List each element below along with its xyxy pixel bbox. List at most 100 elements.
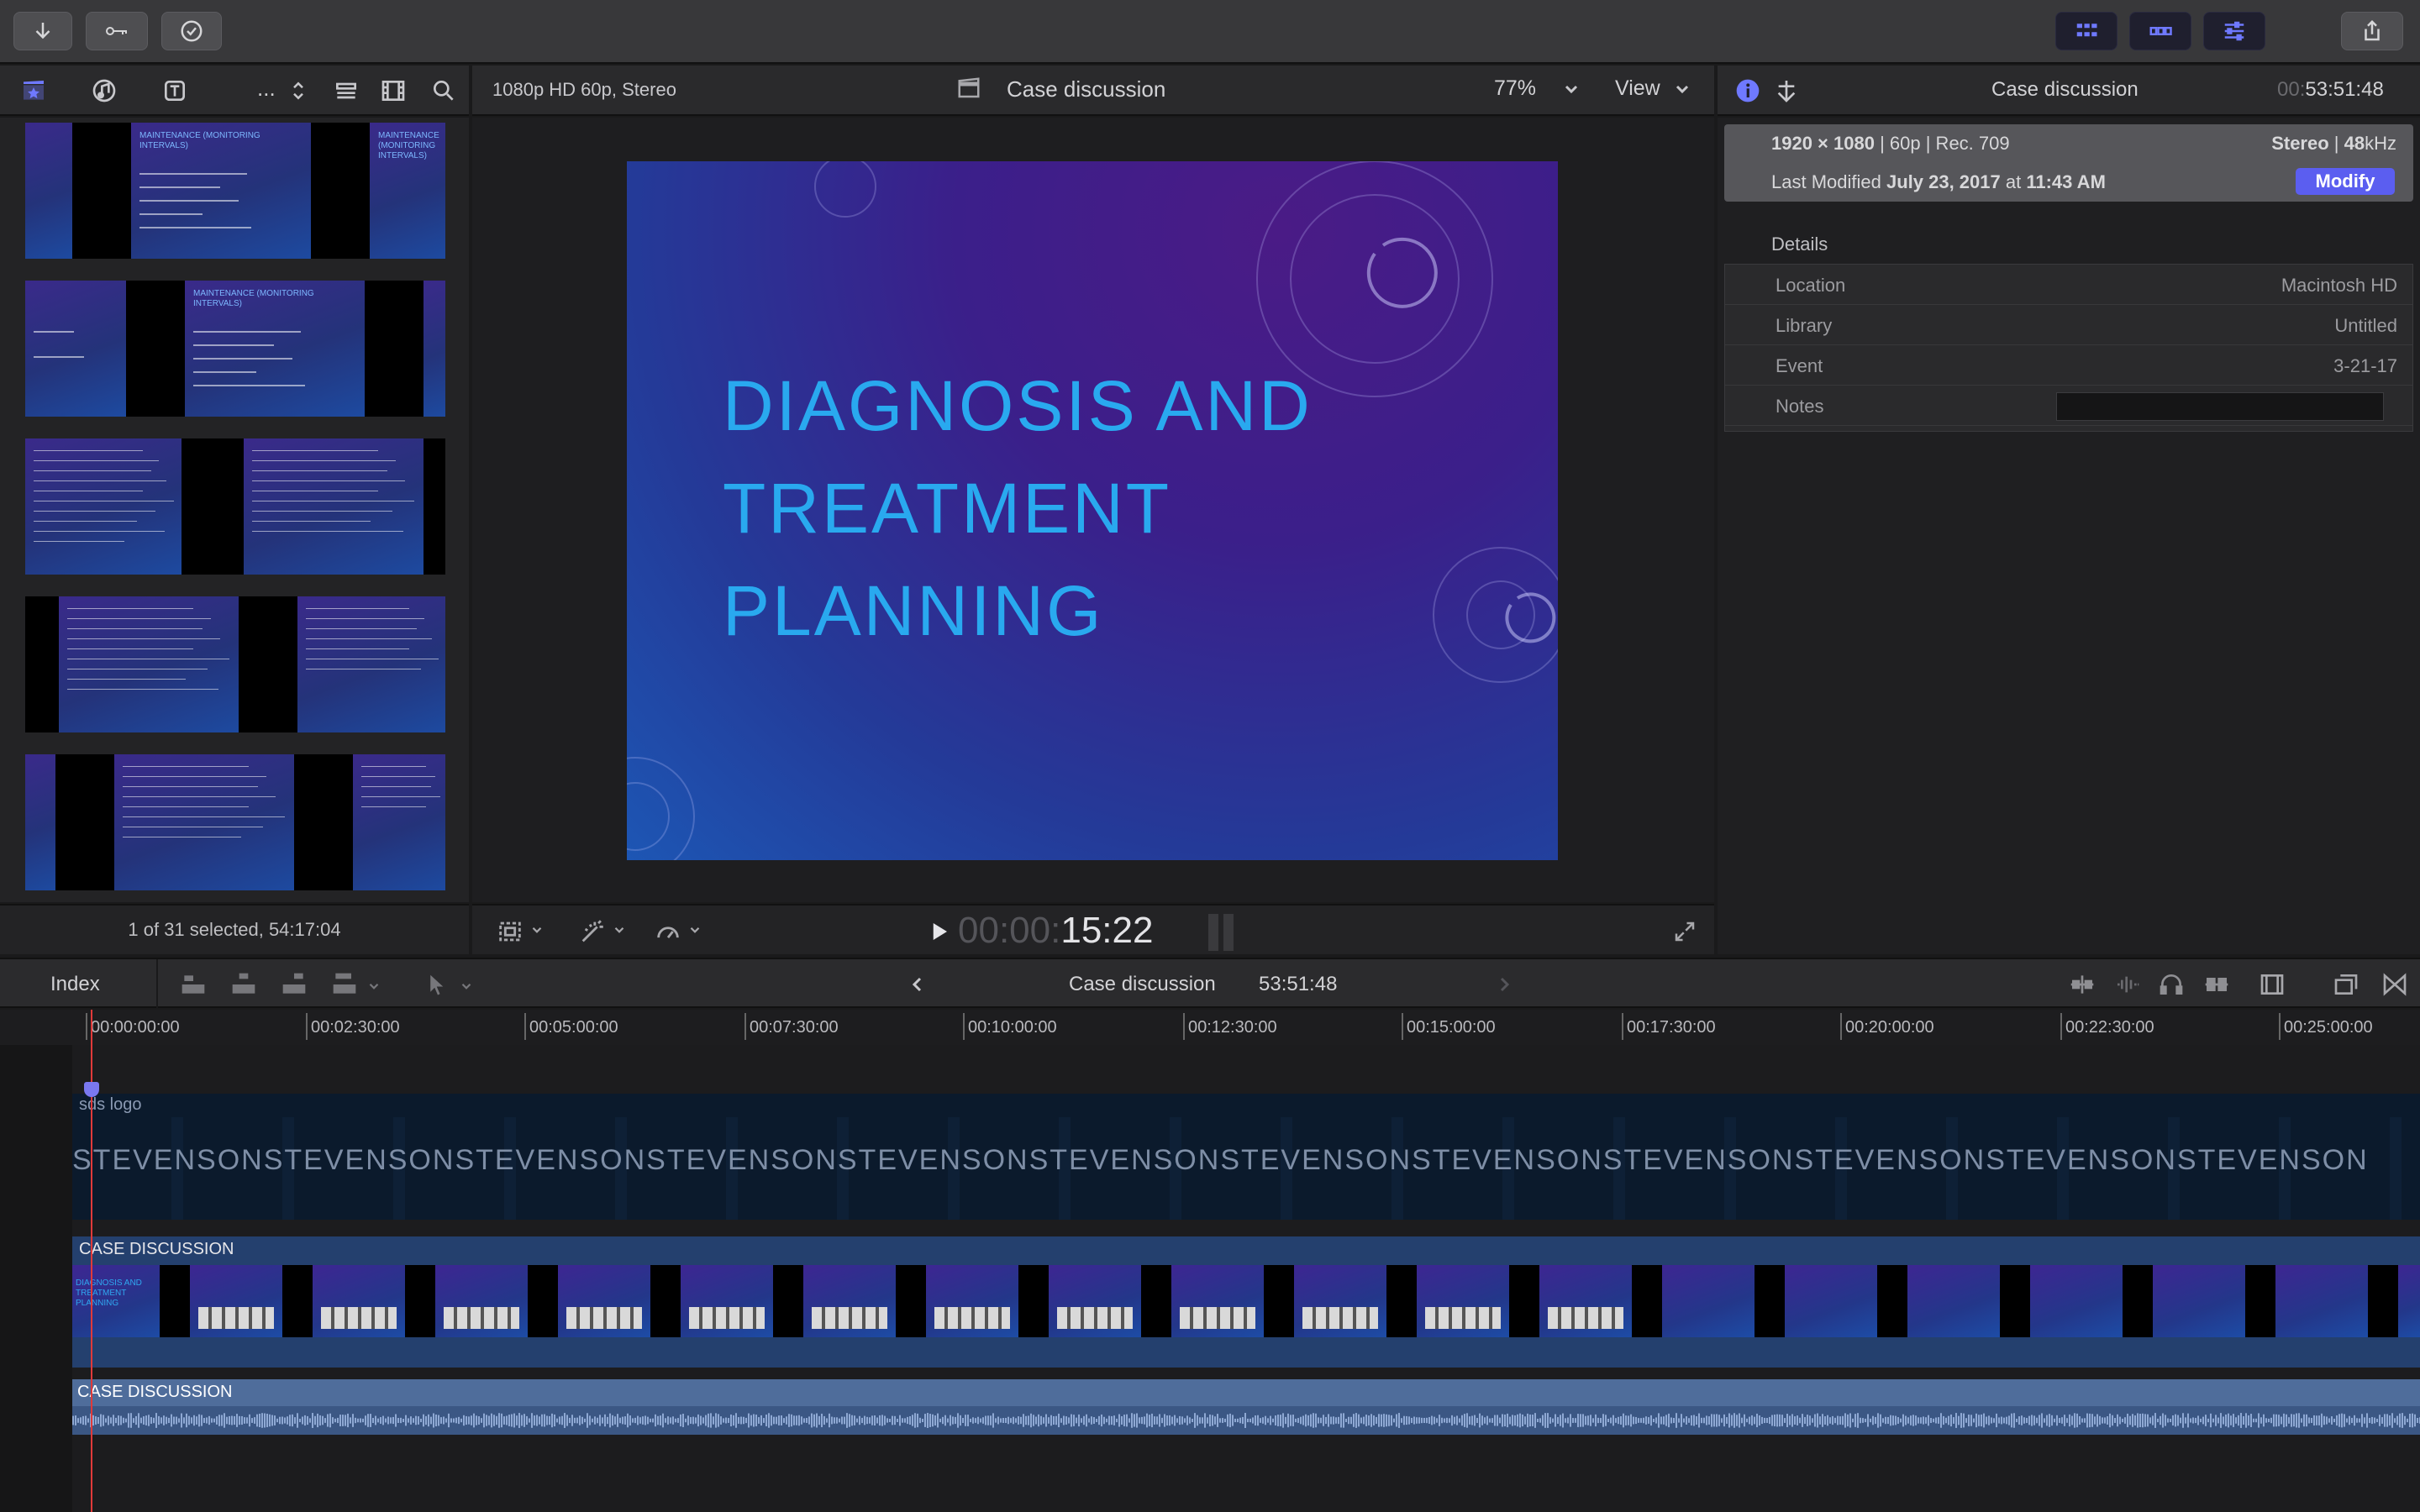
waveform-bar xyxy=(1378,1414,1380,1427)
photos-audio-tab[interactable] xyxy=(87,76,121,106)
info-icon[interactable] xyxy=(1734,77,1761,104)
connected-clip-logo[interactable]: sds logo STEVENSONSTEVENSONSTEVENSONSTEV… xyxy=(72,1094,2420,1220)
logo-text: STEVENSON xyxy=(1028,1144,1221,1176)
waveform-bar xyxy=(1794,1416,1796,1425)
speedometer-icon[interactable] xyxy=(654,917,682,946)
waveform-bar xyxy=(1749,1416,1750,1425)
frame-title: MAINTENANCE (MONITORING INTERVALS) xyxy=(378,131,439,160)
primary-video-clip[interactable]: CASE DISCUSSION DIAGNOSIS AND TREATMENT … xyxy=(72,1236,2420,1368)
waveform-bar xyxy=(1275,1415,1276,1425)
waveform-bar xyxy=(2326,1416,2328,1425)
waveform-bar xyxy=(2187,1413,2189,1428)
zoom-chevron-down-icon[interactable] xyxy=(1561,79,1581,99)
search-button[interactable] xyxy=(427,76,460,106)
waveform-bar xyxy=(1938,1417,1939,1424)
detail-value[interactable]: Macintosh HD xyxy=(2281,275,2397,297)
waveform-bar xyxy=(758,1417,760,1424)
waveform-bar xyxy=(2275,1414,2277,1427)
zoom-level[interactable]: 77% xyxy=(1494,76,1536,101)
skimming-icon[interactable] xyxy=(2067,971,2097,998)
sort-stepper[interactable] xyxy=(286,76,311,106)
filmstrip-clip[interactable] xyxy=(25,438,445,575)
view-menu[interactable]: View xyxy=(1615,76,1660,101)
play-button[interactable] xyxy=(926,919,951,944)
waveform-bar xyxy=(1842,1415,1844,1425)
import-button[interactable] xyxy=(13,12,72,50)
filmstrip-clip[interactable]: MAINTENANCE (MONITORING INTERVALS) MAINT… xyxy=(25,123,445,259)
filmstrip-view-button[interactable] xyxy=(376,76,410,106)
back-chevron-icon[interactable] xyxy=(908,973,928,996)
detail-value[interactable]: 3-21-17 xyxy=(2333,355,2397,377)
waveform-bar xyxy=(1628,1415,1629,1425)
playhead-handle[interactable] xyxy=(84,1082,99,1097)
waveform-bar xyxy=(1199,1417,1201,1424)
more-options[interactable]: ... xyxy=(257,76,276,102)
chevron-down-icon[interactable] xyxy=(366,976,381,991)
waveform-bar xyxy=(1315,1413,1317,1428)
chevron-down-icon[interactable] xyxy=(529,922,544,937)
view-chevron-down-icon[interactable] xyxy=(1672,79,1692,99)
waveform-bar xyxy=(650,1418,651,1423)
snapping-icon[interactable] xyxy=(2202,971,2232,998)
forward-chevron-icon[interactable] xyxy=(1494,973,1514,996)
filmstrip-clip[interactable] xyxy=(25,754,445,890)
chevron-down-icon[interactable] xyxy=(459,976,474,991)
share-inspector-icon[interactable] xyxy=(1773,77,1800,104)
notes-field[interactable] xyxy=(2056,392,2384,421)
audio-skimming-icon[interactable] xyxy=(2112,971,2143,998)
primary-audio-clip[interactable]: CASE DISCUSSION xyxy=(72,1379,2420,1435)
background-tasks-button[interactable] xyxy=(161,12,222,50)
enhance-wand-icon[interactable] xyxy=(578,917,607,946)
waveform-bar xyxy=(776,1416,777,1425)
transform-icon[interactable] xyxy=(496,917,524,946)
transitions-browser-icon[interactable] xyxy=(2381,971,2408,998)
show-browser-button[interactable] xyxy=(2055,12,2118,50)
select-tool-icon[interactable] xyxy=(425,971,450,998)
waveform-bar xyxy=(153,1417,155,1424)
modified-at: at xyxy=(2000,171,2027,192)
share-button[interactable] xyxy=(2341,12,2403,50)
clip-appearance-icon[interactable] xyxy=(2259,971,2286,998)
audio-meter-mini[interactable] xyxy=(1205,914,1239,951)
titles-generators-tab[interactable] xyxy=(158,76,192,106)
logo-text: STEVENSON xyxy=(455,1144,647,1176)
libraries-tab[interactable] xyxy=(17,76,50,106)
list-view-button[interactable] xyxy=(329,76,363,106)
clip-label: CASE DISCUSSION xyxy=(79,1240,234,1258)
append-edit-icon[interactable] xyxy=(279,971,309,998)
waveform-bar xyxy=(1678,1418,1680,1423)
waveform-bar xyxy=(1988,1415,1990,1425)
fullscreen-icon[interactable] xyxy=(1672,919,1697,944)
waveform-bar xyxy=(360,1418,361,1423)
waveform-bar xyxy=(186,1413,187,1428)
waveform-bar xyxy=(899,1415,901,1426)
overwrite-edit-icon[interactable] xyxy=(329,971,360,998)
waveform-bar xyxy=(513,1413,515,1428)
viewer-timecode[interactable]: 00:00:15:22 xyxy=(958,911,1153,951)
viewer-canvas[interactable]: DIAGNOSIS AND TREATMENT PLANNING xyxy=(627,161,1558,860)
insert-edit-icon[interactable] xyxy=(229,971,259,998)
headphones-icon[interactable] xyxy=(2158,971,2185,998)
waveform-bar xyxy=(309,1418,311,1423)
effects-browser-icon[interactable] xyxy=(2333,971,2360,998)
waveform-bar xyxy=(2306,1414,2307,1427)
waveform-bar xyxy=(2149,1417,2151,1424)
filmstrip-clip[interactable] xyxy=(25,596,445,732)
waveform-bar xyxy=(1499,1417,1501,1424)
filmstrip-clip[interactable]: MAINTENANCE (MONITORING INTERVALS) xyxy=(25,281,445,417)
timeline-ruler[interactable]: 00:00:00:00 00:02:30:00 00:05:00:00 00:0… xyxy=(0,1010,2420,1045)
show-timeline-button[interactable] xyxy=(2129,12,2191,50)
waveform-bar xyxy=(496,1415,497,1425)
connect-edit-icon[interactable] xyxy=(178,971,208,998)
chevron-down-icon[interactable] xyxy=(687,922,702,937)
keywords-button[interactable] xyxy=(86,12,148,50)
index-button[interactable]: Index xyxy=(50,973,100,996)
waveform-bar xyxy=(710,1413,712,1428)
modify-button[interactable]: Modify xyxy=(2296,168,2395,195)
chevron-down-icon[interactable] xyxy=(612,922,627,937)
video-frame xyxy=(1907,1265,2000,1337)
detail-value[interactable]: Untitled xyxy=(2334,315,2397,337)
waveform-bar xyxy=(1290,1415,1292,1426)
waveform-bar xyxy=(2409,1414,2411,1427)
show-inspector-button[interactable] xyxy=(2203,12,2265,50)
